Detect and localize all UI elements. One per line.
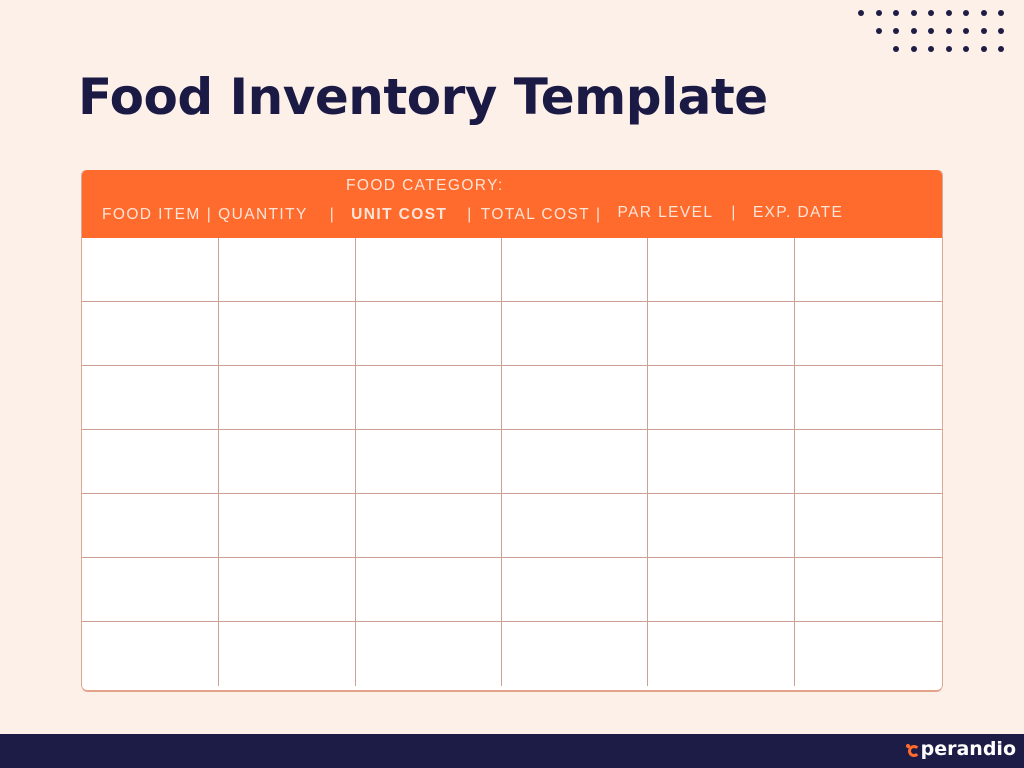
- table-cell[interactable]: [795, 494, 942, 558]
- table-cell[interactable]: [648, 238, 795, 302]
- table-cell[interactable]: [795, 622, 942, 686]
- table-cell[interactable]: [356, 366, 502, 430]
- dot: [998, 28, 1004, 34]
- column-separator: |: [206, 206, 213, 223]
- dot: [910, 46, 917, 52]
- page-title: Food Inventory Template: [78, 68, 768, 126]
- table-cell[interactable]: [219, 622, 356, 686]
- table-cell[interactable]: [356, 558, 502, 622]
- table-header: FOOD CATEGORY: FOOD ITEM | QUANTITY | UNIT…: [82, 170, 942, 238]
- table-cell[interactable]: [356, 238, 502, 302]
- dot: [963, 10, 969, 16]
- table-cell[interactable]: [219, 238, 356, 302]
- table-cell[interactable]: [648, 302, 795, 366]
- table-cell[interactable]: [648, 366, 795, 430]
- table-cell[interactable]: [82, 430, 219, 494]
- dot: [998, 46, 1004, 52]
- dot-row: [858, 22, 1004, 40]
- brand-name: perandio: [920, 738, 1016, 760]
- table-cell[interactable]: [356, 430, 502, 494]
- table-cell[interactable]: [82, 366, 219, 430]
- table-cell[interactable]: [502, 430, 648, 494]
- dot: [963, 46, 969, 52]
- dot: [910, 10, 917, 16]
- dot: [945, 10, 952, 16]
- dot: [875, 10, 882, 16]
- table-body: [82, 238, 942, 686]
- dot-pattern-decoration: [858, 4, 1004, 58]
- column-header-exp-date: EXP. DATE: [752, 204, 844, 221]
- table-cell[interactable]: [795, 238, 942, 302]
- dot: [980, 46, 987, 52]
- table-cell[interactable]: [502, 558, 648, 622]
- table-cell[interactable]: [502, 302, 648, 366]
- brand-logo: perandio: [905, 738, 1016, 760]
- table-cell[interactable]: [648, 430, 795, 494]
- table-cell[interactable]: [82, 494, 219, 558]
- table-cell[interactable]: [356, 494, 502, 558]
- column-separator: |: [329, 206, 336, 223]
- column-header-unit-cost: UNIT COST |: [351, 206, 473, 223]
- dot: [928, 28, 934, 34]
- table-cell[interactable]: [219, 558, 356, 622]
- table-cell[interactable]: [795, 430, 942, 494]
- table-cell[interactable]: [648, 494, 795, 558]
- column-separator: |: [467, 206, 473, 223]
- dot-row: [858, 4, 1004, 22]
- column-separator: |: [731, 204, 737, 221]
- dot: [893, 28, 899, 34]
- dot: [928, 46, 934, 52]
- table-cell[interactable]: [219, 302, 356, 366]
- table-cell[interactable]: [648, 622, 795, 686]
- column-separator: |: [596, 206, 602, 223]
- dot: [893, 10, 899, 16]
- table-cell[interactable]: [502, 494, 648, 558]
- footer-bar: perandio: [0, 734, 1024, 768]
- dot: [910, 28, 917, 34]
- column-headers: FOOD ITEM | QUANTITY | UNIT COST | TOTAL CO…: [82, 204, 942, 224]
- table-cell[interactable]: [82, 302, 219, 366]
- dot: [998, 10, 1004, 16]
- dot: [928, 10, 934, 16]
- table-cell[interactable]: [219, 494, 356, 558]
- table-cell[interactable]: [356, 622, 502, 686]
- table-cell[interactable]: [356, 302, 502, 366]
- column-header-total-cost: TOTAL COST |: [480, 206, 602, 223]
- table-cell[interactable]: [502, 366, 648, 430]
- table-cell[interactable]: [219, 430, 356, 494]
- table-cell[interactable]: [502, 238, 648, 302]
- table-cell[interactable]: [219, 366, 356, 430]
- table-cell[interactable]: [82, 558, 219, 622]
- brand-mark-icon: [905, 743, 920, 757]
- dot: [858, 10, 864, 16]
- inventory-table: FOOD CATEGORY: FOOD ITEM | QUANTITY | UNIT…: [82, 170, 942, 690]
- table-cell[interactable]: [82, 622, 219, 686]
- food-category-label: FOOD CATEGORY:: [346, 177, 504, 194]
- table-cell[interactable]: [795, 302, 942, 366]
- table-cell[interactable]: [795, 366, 942, 430]
- table-cell[interactable]: [648, 558, 795, 622]
- dot: [945, 46, 952, 52]
- column-header-par-level: PAR LEVEL |: [617, 204, 737, 221]
- dot: [980, 28, 987, 34]
- column-header-quantity: QUANTITY |: [218, 206, 336, 223]
- table-cell[interactable]: [502, 622, 648, 686]
- dot: [945, 28, 952, 34]
- column-header-food-item: FOOD ITEM |: [102, 206, 213, 223]
- table-cell[interactable]: [795, 558, 942, 622]
- dot: [893, 46, 899, 52]
- dot: [875, 28, 882, 34]
- dot: [980, 10, 987, 16]
- table-cell[interactable]: [82, 238, 219, 302]
- dot: [963, 28, 969, 34]
- dot-row: [858, 40, 1004, 58]
